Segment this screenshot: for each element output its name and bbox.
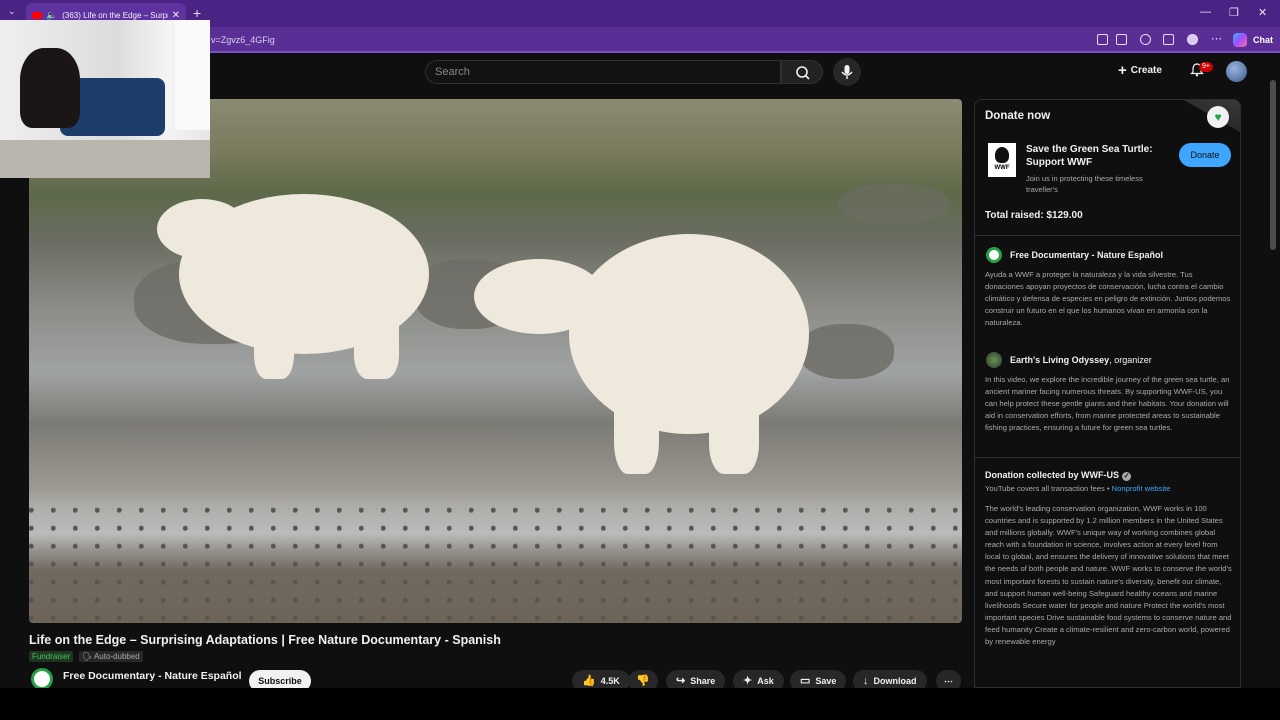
fundraiser-badge[interactable]: Fundraiser xyxy=(29,651,74,662)
dub-icon: 🗣 xyxy=(82,652,94,661)
app-available-icon[interactable] xyxy=(1097,34,1108,45)
share-icon: ↪ xyxy=(676,675,686,687)
divider xyxy=(975,457,1240,458)
campaign-title: Save the Green Sea Turtle: Support WWF xyxy=(1026,144,1153,168)
favorite-star-icon[interactable] xyxy=(1116,34,1127,45)
tab-actions-chevron-icon[interactable]: ⌄ xyxy=(8,6,16,17)
auto-dubbed-badge: 🗣 Auto-dubbed xyxy=(79,651,143,662)
channel-name[interactable]: Free Documentary - Nature Español xyxy=(63,670,242,682)
divider xyxy=(975,235,1240,236)
voice-search-button[interactable] xyxy=(833,58,861,86)
donate-button[interactable]: Donate xyxy=(1179,143,1231,167)
thumbs-down-icon: 👎 xyxy=(636,675,650,687)
create-label: Create xyxy=(1130,65,1162,76)
bullet-separator: • xyxy=(1106,484,1110,493)
more-horizontal-icon: ⋯ xyxy=(944,676,953,686)
pebble-shore xyxy=(29,503,962,623)
channel-org-icon xyxy=(986,247,1002,263)
search-input[interactable]: Search xyxy=(425,60,781,84)
polar-bear-leg xyxy=(254,299,294,379)
thumbs-up-icon: 👍 xyxy=(582,675,596,687)
verified-check-icon: ✓ xyxy=(1122,472,1131,481)
like-count: 4.5K xyxy=(600,676,620,686)
donate-panel: Donate now ♥ WWF Save the Green Sea Turt… xyxy=(974,99,1241,688)
download-label: Download xyxy=(873,676,917,686)
screen: ⌄ 🔈 (363) Life on the Edge – Surpr ✕ + —… xyxy=(0,0,1280,720)
restore-icon[interactable]: ❐ xyxy=(1229,6,1239,19)
campaign-subtitle: Join us in protecting these timeless tra… xyxy=(1026,174,1143,194)
wwf-logo: WWF xyxy=(988,143,1016,177)
fees-note: YouTube covers all transaction fees • No… xyxy=(985,484,1170,493)
collected-by-text: Donation collected by WWF-US xyxy=(985,470,1119,480)
minimize-icon[interactable]: — xyxy=(1200,6,1211,18)
create-button[interactable]: + Create xyxy=(1118,62,1162,79)
taskbar xyxy=(0,688,1280,720)
polar-bear-head xyxy=(474,259,604,334)
webcam-person xyxy=(20,48,80,128)
channel-avatar[interactable] xyxy=(31,668,53,690)
ask-label: Ask xyxy=(757,676,774,686)
share-label: Share xyxy=(690,676,716,686)
covers-text: YouTube covers all transaction fees xyxy=(985,484,1105,493)
nonprofit-website-link[interactable]: Nonprofit website xyxy=(1112,484,1171,493)
plus-icon: + xyxy=(1118,62,1127,79)
org2-name-text: Earth's Living Odyssey xyxy=(1010,355,1110,365)
scrollbar-thumb[interactable] xyxy=(1270,80,1276,250)
rock xyxy=(839,184,949,224)
search-button[interactable] xyxy=(781,60,823,84)
microphone-icon xyxy=(841,65,853,79)
polar-bear-leg xyxy=(709,374,759,474)
donate-heading: Donate now xyxy=(985,110,1051,122)
bookmark-icon: ▭ xyxy=(800,675,811,687)
total-raised: Total raised: $129.00 xyxy=(985,210,1083,221)
rock xyxy=(799,324,894,379)
webcam-door xyxy=(175,20,210,130)
favorites-icon[interactable] xyxy=(1163,34,1174,45)
polar-bear-leg xyxy=(354,299,399,379)
polar-bear-leg xyxy=(614,369,659,474)
sparkle-icon: ✦ xyxy=(743,675,753,687)
organizer-avatar-icon xyxy=(986,352,1002,368)
profile-icon[interactable] xyxy=(1187,34,1198,45)
wwf-description: The world's leading conservation organiz… xyxy=(985,504,1232,647)
window-close-icon[interactable]: ✕ xyxy=(1258,6,1267,19)
org2-message: In this video, we explore the incredible… xyxy=(985,375,1230,432)
copilot-icon[interactable] xyxy=(1233,33,1247,47)
tab-title: (363) Life on the Edge – Surpr xyxy=(62,10,168,20)
polar-bear-head xyxy=(157,199,247,259)
org1-name[interactable]: Free Documentary - Nature Español xyxy=(1010,250,1163,260)
webcam-floor xyxy=(0,140,210,178)
video-title: Life on the Edge – Surprising Adaptation… xyxy=(29,633,501,647)
collected-by: Donation collected by WWF-US ✓ xyxy=(985,470,1131,481)
org2-role: , organizer xyxy=(1109,355,1152,365)
extensions-icon[interactable] xyxy=(1140,34,1151,45)
account-avatar[interactable] xyxy=(1226,61,1247,82)
polar-bear-body xyxy=(569,234,809,434)
org2-name[interactable]: Earth's Living Odyssey, organizer xyxy=(1010,355,1152,365)
auto-dubbed-label: Auto-dubbed xyxy=(93,652,140,661)
youtube-favicon-icon xyxy=(32,11,42,19)
chat-button[interactable]: Chat xyxy=(1253,35,1273,45)
download-icon: ↓ xyxy=(863,675,869,687)
save-label: Save xyxy=(815,676,837,686)
search-icon xyxy=(796,66,810,80)
url-text[interactable]: v=Zgvz6_4GFig xyxy=(211,35,275,45)
close-tab-icon[interactable]: ✕ xyxy=(172,10,180,21)
more-options-icon[interactable]: ⋯ xyxy=(1211,32,1222,45)
speaker-icon[interactable]: 🔈 xyxy=(46,10,57,21)
notification-badge: 9+ xyxy=(1199,62,1213,72)
new-tab-icon[interactable]: + xyxy=(193,5,201,21)
webcam-overlay xyxy=(0,20,210,178)
org1-message: Ayuda a WWF a proteger la naturaleza y l… xyxy=(985,270,1231,327)
donate-heart-icon: ♥ xyxy=(1207,106,1229,128)
